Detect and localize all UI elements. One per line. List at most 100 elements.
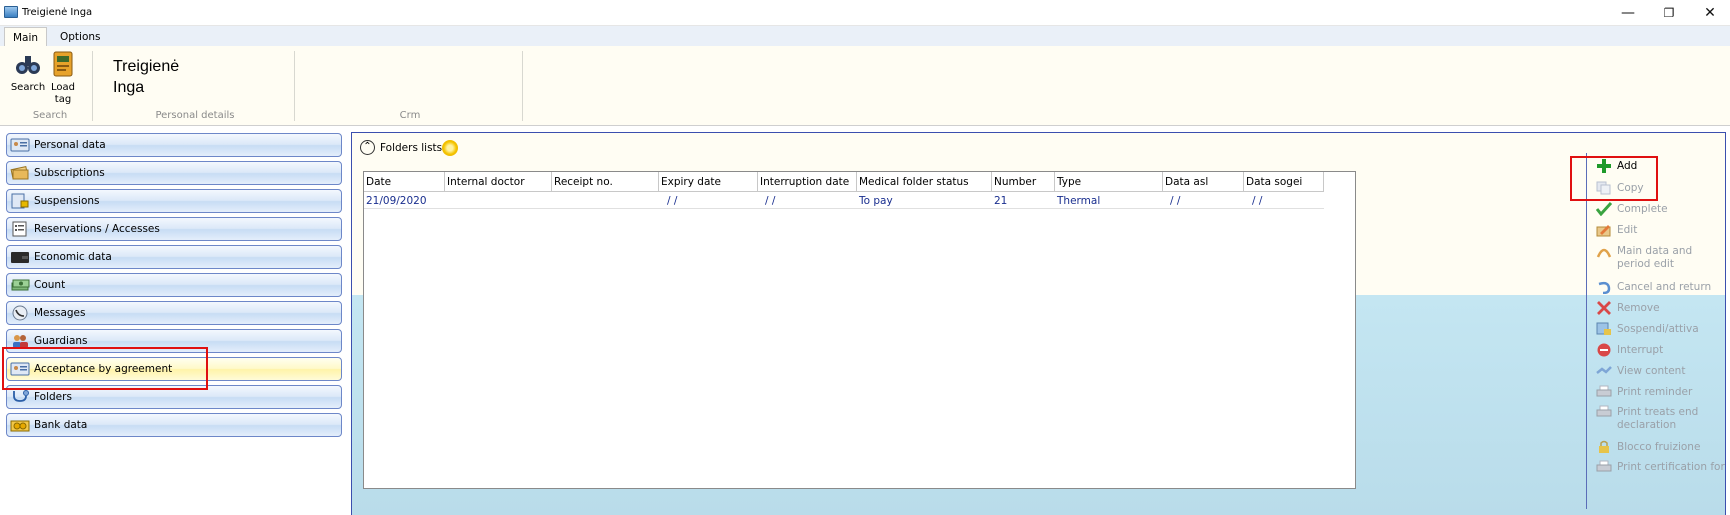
folders-panel: ⌃ Folders lists Date Internal doctor Rec…	[351, 132, 1726, 515]
nav-reservations-accesses[interactable]: Reservations / Accesses	[6, 217, 342, 241]
nav-label: Bank data	[34, 419, 88, 431]
column-header-medical-folder-status[interactable]: Medical folder status	[857, 172, 992, 192]
nav-label: Economic data	[34, 251, 112, 263]
cell-interruption-date: / /	[758, 192, 857, 209]
load-tag-button-label: Load tag	[51, 82, 75, 105]
undo-icon	[1598, 281, 1611, 294]
cancel-and-return-action[interactable]: Cancel and return	[1592, 279, 1727, 297]
person-first-line: Treigienė	[113, 58, 180, 75]
complete-action[interactable]: Complete	[1592, 201, 1727, 219]
wallet-icon	[11, 252, 29, 263]
printer-icon	[1596, 385, 1612, 397]
highlight-box-add	[1570, 156, 1658, 201]
remove-action[interactable]: Remove	[1592, 300, 1727, 318]
print-certification-action[interactable]: Print certification for	[1592, 459, 1727, 479]
folders-grid: Date Internal doctor Receipt no. Expiry …	[363, 171, 1356, 489]
main-data-and-period-edit-action[interactable]: Main data and period edit	[1592, 243, 1727, 275]
search-button-label: Search	[10, 82, 46, 93]
nav-label: Subscriptions	[34, 167, 105, 179]
tickets-icon	[10, 166, 29, 180]
printer-icon	[1596, 405, 1612, 417]
nav-economic-data[interactable]: Economic data	[6, 245, 342, 269]
padlock-icon	[1599, 440, 1609, 453]
view-icon	[1596, 366, 1612, 374]
tag-card-icon	[53, 51, 73, 77]
group-separator	[294, 51, 295, 121]
period-edit-icon	[1596, 248, 1612, 258]
edit-icon	[1596, 225, 1611, 237]
restore-button[interactable]: ❐	[1649, 3, 1689, 23]
tab-options[interactable]: Options	[52, 27, 109, 46]
nav-label: Folders	[34, 391, 72, 403]
suspend-icon	[1596, 322, 1611, 335]
column-header-internal-doctor[interactable]: Internal doctor	[445, 172, 552, 192]
lock-document-icon	[11, 193, 29, 209]
blocco-fruizione-action[interactable]: Blocco fruizione	[1592, 439, 1727, 457]
person-name: Treigienė Inga	[113, 56, 179, 98]
column-header-interruption-date[interactable]: Interruption date	[758, 172, 857, 192]
cell-internal-doctor	[445, 192, 552, 209]
interrupt-action[interactable]: Interrupt	[1592, 342, 1727, 360]
left-nav-panel: Personal data Subscriptions Suspensions …	[0, 126, 345, 515]
action-label: Cancel and return	[1617, 281, 1712, 293]
column-header-number[interactable]: Number	[992, 172, 1055, 192]
nav-bank-data[interactable]: Bank data	[6, 413, 342, 437]
nav-personal-data[interactable]: Personal data	[6, 133, 342, 157]
cell-data-asl: / /	[1163, 192, 1244, 209]
action-label: Print treats end declaration	[1617, 406, 1699, 431]
nav-label: Count	[34, 279, 66, 291]
nav-suspensions[interactable]: Suspensions	[6, 189, 342, 213]
nav-subscriptions[interactable]: Subscriptions	[6, 161, 342, 185]
column-header-data-sogei[interactable]: Data sogei	[1244, 172, 1324, 192]
phone-message-icon	[12, 305, 28, 321]
load-tag-button[interactable]: Load tag	[48, 50, 78, 106]
action-label: View content	[1617, 365, 1686, 377]
column-header-receipt-no[interactable]: Receipt no.	[552, 172, 659, 192]
tab-main[interactable]: Main	[4, 27, 48, 46]
sospendi-attiva-action[interactable]: Sospendi/attiva	[1592, 321, 1727, 339]
action-label: Interrupt	[1617, 344, 1664, 356]
collapse-toggle[interactable]: ⌃	[360, 140, 375, 155]
search-button[interactable]: Search	[8, 50, 48, 94]
view-content-action[interactable]: View content	[1592, 363, 1727, 381]
personal-details-group-label: Personal details	[155, 110, 235, 121]
edit-action[interactable]: Edit	[1592, 222, 1727, 240]
action-label: Remove	[1617, 302, 1660, 314]
action-label: Blocco fruizione	[1617, 441, 1701, 453]
column-header-expiry-date[interactable]: Expiry date	[659, 172, 758, 192]
minimize-button[interactable]: —	[1608, 3, 1648, 23]
column-header-date[interactable]: Date	[364, 172, 445, 192]
action-label: Edit	[1617, 224, 1638, 236]
column-header-data-asl[interactable]: Data asl	[1163, 172, 1244, 192]
action-label: Sospendi/attiva	[1617, 323, 1699, 335]
cell-number: 21	[992, 192, 1055, 209]
actions-divider	[1586, 153, 1587, 509]
id-card-icon	[10, 138, 30, 152]
sun-icon[interactable]	[442, 140, 458, 156]
print-treats-end-declaration-action[interactable]: Print treats end declaration	[1592, 404, 1727, 436]
folders-lists-title: Folders lists	[380, 142, 443, 154]
print-reminder-action[interactable]: Print reminder	[1592, 384, 1727, 402]
cell-receipt-no	[552, 192, 659, 209]
printer-icon	[1596, 460, 1612, 472]
cell-date: 21/09/2020	[364, 192, 445, 209]
window-title: Treigienė Inga	[22, 7, 93, 18]
title-bar: Treigienė Inga — ❐ ✕	[0, 0, 1730, 26]
money-stack-icon	[11, 279, 30, 291]
cell-medical-folder-status: To pay	[857, 192, 992, 209]
nav-messages[interactable]: Messages	[6, 301, 342, 325]
app-icon	[4, 6, 18, 18]
nav-label: Guardians	[34, 335, 88, 347]
highlight-box-nav	[2, 347, 208, 390]
binoculars-icon	[16, 56, 40, 74]
column-header-type[interactable]: Type	[1055, 172, 1163, 192]
action-label: Main data and period edit	[1617, 245, 1693, 270]
close-button[interactable]: ✕	[1690, 3, 1730, 23]
remove-x-icon	[1597, 301, 1611, 315]
group-separator	[522, 51, 523, 121]
ribbon-tabs: Main Options	[0, 26, 1730, 46]
group-separator	[92, 51, 93, 121]
nav-label: Messages	[34, 307, 86, 319]
nav-count[interactable]: Count	[6, 273, 342, 297]
person-second-line: Inga	[113, 79, 145, 96]
